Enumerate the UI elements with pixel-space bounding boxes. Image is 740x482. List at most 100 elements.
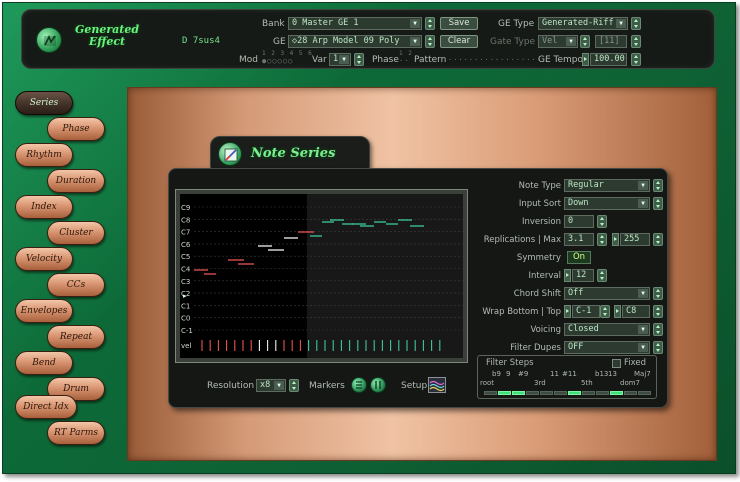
note-type-dropdown[interactable]: Regular ▼ bbox=[564, 179, 650, 192]
filter-step-toggle[interactable] bbox=[554, 391, 567, 395]
max-left-arrow-icon[interactable] bbox=[612, 233, 619, 246]
gate-extra-stepper[interactable] bbox=[631, 35, 641, 48]
replications-max-stepper[interactable] bbox=[653, 233, 663, 246]
tab-series[interactable]: Series bbox=[15, 91, 73, 115]
replications-field[interactable]: 3.1 bbox=[564, 233, 594, 246]
filter-step-toggle[interactable] bbox=[596, 391, 609, 395]
filter-step-toggle[interactable] bbox=[526, 391, 539, 395]
note-series-icon bbox=[218, 142, 242, 166]
tab-repeat[interactable]: Repeat bbox=[47, 325, 105, 349]
filter-steps-title: Filter Steps bbox=[486, 358, 534, 368]
ge-stepper[interactable] bbox=[425, 35, 435, 48]
markers-list-icon[interactable] bbox=[351, 377, 367, 393]
filter-step-toggle[interactable] bbox=[512, 391, 525, 395]
setup-wave-icon[interactable] bbox=[428, 377, 446, 393]
input-sort-label: Input Sort bbox=[518, 199, 561, 209]
grid-octave-label: C-1 bbox=[181, 327, 193, 335]
input-sort-dropdown[interactable]: Down ▼ bbox=[564, 197, 650, 210]
wrap-top-stepper[interactable] bbox=[653, 305, 663, 318]
markers-label: Markers bbox=[309, 381, 345, 391]
tab-velocity[interactable]: Velocity bbox=[15, 247, 73, 271]
filter-step-toggle[interactable] bbox=[582, 391, 595, 395]
tab-ccs[interactable]: CCs bbox=[47, 273, 105, 297]
gate-type-stepper[interactable] bbox=[580, 35, 590, 48]
grid-octave-label: C4 bbox=[181, 266, 191, 274]
filter-dupes-stepper[interactable] bbox=[653, 341, 663, 354]
replications-stepper[interactable] bbox=[597, 233, 607, 246]
tab-rhythm[interactable]: Rhythm bbox=[15, 143, 73, 167]
interval-field[interactable]: 12 bbox=[572, 269, 594, 282]
interval-left-arrow-icon[interactable] bbox=[564, 269, 571, 282]
wrap-bottom-field[interactable]: C-1 bbox=[572, 305, 600, 318]
filter-step-toggle[interactable] bbox=[610, 391, 623, 395]
header-bar: Generated Effect D 7sus4 Bank 0 Master G… bbox=[21, 9, 715, 69]
tab-bend[interactable]: Bend bbox=[15, 351, 73, 375]
mod-label: Mod bbox=[239, 55, 258, 65]
bank-stepper[interactable] bbox=[425, 17, 435, 30]
note-grid-frame: C9 C8 C7 C6 C5 C4 C3 C2 C1 C0 C-1 vel ▸ bbox=[175, 189, 468, 363]
voicing-label: Voicing bbox=[530, 325, 561, 335]
tab-index[interactable]: Index bbox=[15, 195, 73, 219]
phase-selector[interactable]: ·· bbox=[399, 57, 409, 65]
voicing-dropdown[interactable]: Closed ▼ bbox=[564, 323, 650, 336]
filter-step-toggle[interactable] bbox=[540, 391, 553, 395]
tempo-left-arrow-icon[interactable] bbox=[582, 53, 589, 66]
filter-dupes-dropdown[interactable]: OFF ▼ bbox=[564, 341, 650, 354]
tab-duration[interactable]: Duration bbox=[47, 169, 105, 193]
tab-cluster[interactable]: Cluster bbox=[47, 221, 105, 245]
gate-type-dropdown[interactable]: Vel ▼ bbox=[538, 35, 578, 48]
input-sort-stepper[interactable] bbox=[653, 197, 663, 210]
save-button[interactable]: Save bbox=[440, 17, 478, 30]
pattern-dots[interactable]: ·················· bbox=[448, 56, 542, 64]
note-type-stepper[interactable] bbox=[653, 179, 663, 192]
markers-columns-icon[interactable] bbox=[370, 377, 386, 393]
ge-tempo-stepper[interactable] bbox=[631, 53, 641, 66]
var-dropdown[interactable]: 1 ▼ bbox=[329, 53, 351, 66]
chord-shift-stepper[interactable] bbox=[653, 287, 663, 300]
bank-dropdown[interactable]: 0 Master GE 1 ▼ bbox=[288, 17, 422, 30]
ge-dropdown[interactable]: ◇28 Arp Model 09 Poly ▼ bbox=[288, 35, 422, 48]
wrap-top-left-arrow-icon[interactable] bbox=[614, 305, 621, 318]
var-label: Var bbox=[312, 55, 327, 65]
inversion-label: Inversion bbox=[521, 217, 561, 227]
resolution-dropdown[interactable]: x8 ▼ bbox=[256, 379, 286, 392]
wrap-bottom-left-arrow-icon[interactable] bbox=[564, 305, 571, 318]
replications-max-field[interactable]: 255 bbox=[620, 233, 650, 246]
tab-rt-parms[interactable]: RT Parms bbox=[47, 421, 105, 445]
wrap-top-field[interactable]: C8 bbox=[622, 305, 650, 318]
filter-dupes-label: Filter Dupes bbox=[510, 343, 561, 353]
clear-button[interactable]: Clear bbox=[440, 35, 478, 48]
setup-label: Setup bbox=[401, 381, 428, 391]
inversion-stepper[interactable] bbox=[597, 215, 607, 228]
filter-step-toggle[interactable] bbox=[638, 391, 651, 395]
ge-type-label: GE Type bbox=[498, 19, 535, 29]
tab-phase[interactable]: Phase bbox=[47, 117, 105, 141]
inversion-field[interactable]: 0 bbox=[564, 215, 594, 228]
filter-step-label: b13 bbox=[595, 370, 609, 378]
var-stepper[interactable] bbox=[354, 53, 364, 66]
fixed-checkbox[interactable] bbox=[612, 359, 621, 368]
filter-step-toggle[interactable] bbox=[624, 391, 637, 395]
filter-step-toggle[interactable] bbox=[568, 391, 581, 395]
mod-selector[interactable]: ●○○○○○ bbox=[262, 57, 293, 65]
tab-direct-idx[interactable]: Direct Idx bbox=[15, 395, 77, 419]
grid-octave-label: C5 bbox=[181, 253, 190, 261]
symmetry-toggle[interactable]: On bbox=[567, 251, 591, 264]
tab-envelopes[interactable]: Envelopes bbox=[15, 299, 73, 323]
app-frame: Generated Effect D 7sus4 Bank 0 Master G… bbox=[2, 2, 736, 474]
gate-extra-field[interactable]: [11] bbox=[595, 35, 627, 48]
ge-type-stepper[interactable] bbox=[631, 17, 641, 30]
phase-label: Phase bbox=[372, 55, 399, 65]
ge-type-dropdown[interactable]: Generated-Riff ▼ bbox=[538, 17, 628, 30]
voicing-stepper[interactable] bbox=[653, 323, 663, 336]
filter-step-toggle[interactable] bbox=[498, 391, 511, 395]
wrap-bottom-stepper[interactable] bbox=[600, 305, 610, 318]
note-grid[interactable]: C9 C8 C7 C6 C5 C4 C3 C2 C1 C0 C-1 vel ▸ bbox=[180, 194, 463, 358]
mod-numbers: 1 2 3 4 5 6 bbox=[262, 50, 313, 57]
note-series-header: Note Series bbox=[210, 136, 370, 172]
filter-step-toggle[interactable] bbox=[484, 391, 497, 395]
chord-shift-dropdown[interactable]: Off ▼ bbox=[564, 287, 650, 300]
resolution-stepper[interactable] bbox=[289, 379, 299, 392]
interval-stepper[interactable] bbox=[597, 269, 607, 282]
ge-tempo-field[interactable]: 100.00 bbox=[590, 53, 627, 66]
